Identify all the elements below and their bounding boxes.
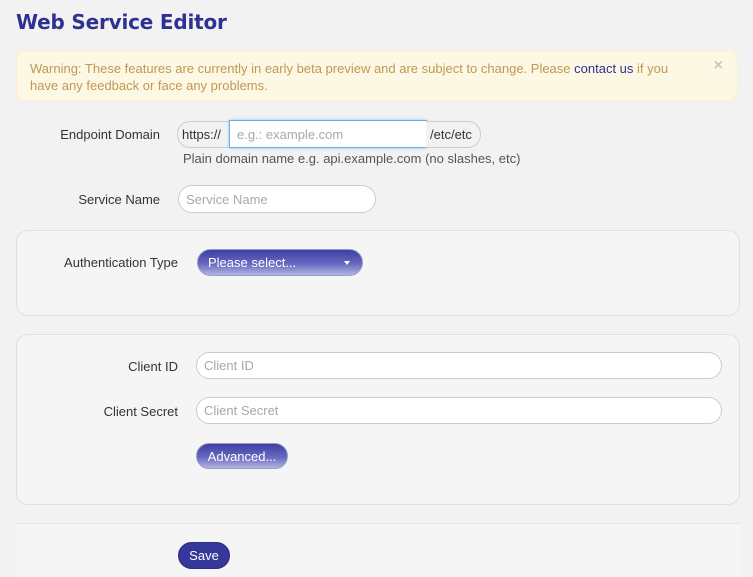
save-button[interactable]: Save	[178, 542, 230, 569]
form-actions-footer	[16, 523, 740, 577]
client-secret-label: Client Secret	[103, 404, 178, 419]
service-name-label: Service Name	[78, 192, 160, 207]
client-id-label: Client ID	[128, 359, 178, 374]
advanced-button[interactable]: Advanced...	[196, 443, 288, 469]
authentication-type-label: Authentication Type	[64, 255, 178, 270]
contact-us-link[interactable]: contact us	[574, 61, 633, 76]
authentication-panel	[16, 230, 740, 316]
authentication-type-value: Please select...	[208, 255, 297, 270]
endpoint-domain-label: Endpoint Domain	[60, 127, 160, 142]
web-service-editor-page: Web Service Editor Warning: These featur…	[0, 0, 753, 577]
page-title: Web Service Editor	[16, 10, 227, 34]
authentication-type-select[interactable]: Please select...	[197, 249, 363, 276]
client-secret-input[interactable]	[196, 397, 722, 424]
beta-warning-alert: Warning: These features are currently in…	[16, 50, 738, 101]
close-icon[interactable]: ×	[714, 57, 723, 74]
endpoint-help-text: Plain domain name e.g. api.example.com (…	[183, 151, 521, 166]
endpoint-domain-input[interactable]	[229, 120, 427, 148]
service-name-input[interactable]	[178, 185, 376, 213]
alert-text-before: Warning: These features are currently in…	[30, 61, 575, 76]
caret-down-icon	[344, 261, 350, 265]
client-id-input[interactable]	[196, 352, 722, 379]
https-prefix: https://	[177, 121, 230, 148]
path-suffix: /etc/etc	[426, 121, 481, 148]
